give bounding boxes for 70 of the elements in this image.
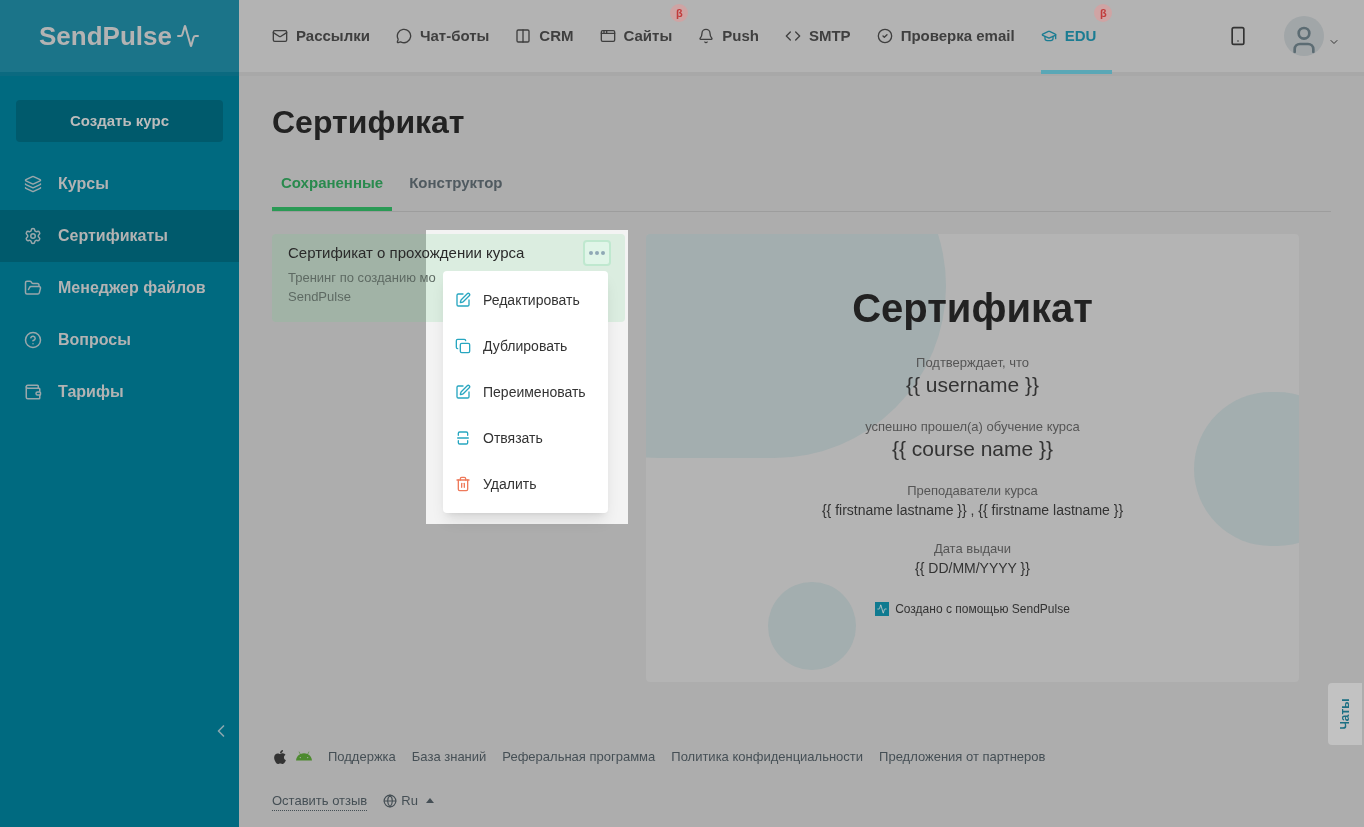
sidebar-item[interactable]: Курсы xyxy=(0,158,239,210)
certificate-footer: Создано с помощью SendPulse xyxy=(895,600,1070,618)
beta-badge: β xyxy=(1094,4,1113,22)
footer-link[interactable]: База знаний xyxy=(411,747,487,767)
tab[interactable]: Конструктор xyxy=(400,172,512,211)
check-circle-icon xyxy=(876,28,893,44)
feedback-link[interactable]: Оставить отзыв xyxy=(272,790,368,811)
footer-link[interactable]: Поддержка xyxy=(328,747,396,767)
page-title: Сертификат xyxy=(272,103,466,142)
sidebar-item[interactable]: Тарифы xyxy=(0,366,239,418)
avatar[interactable] xyxy=(1284,16,1324,56)
bell-icon xyxy=(698,28,715,44)
sidebar-item[interactable]: Менеджер файлов xyxy=(0,262,239,314)
footer-link[interactable]: Предложения от партнеров xyxy=(879,747,1046,767)
code-icon xyxy=(784,28,801,44)
envelope-icon xyxy=(272,28,288,44)
pulse-logo-icon xyxy=(875,602,890,616)
apple-icon[interactable] xyxy=(272,748,288,765)
menu-item[interactable]: Переименовать xyxy=(443,369,608,415)
chats-tab[interactable]: Чаты xyxy=(1328,683,1362,745)
nav-tab[interactable]: Сайты β xyxy=(599,0,689,74)
menu-item[interactable]: Удалить xyxy=(443,461,608,507)
pen-square-icon xyxy=(455,384,471,400)
card-description: Тренинг по созданию мо xyxy=(288,269,437,287)
menu-item[interactable]: Дублировать xyxy=(443,323,608,369)
create-course-button[interactable]: Создать курс xyxy=(16,100,223,142)
template-variable: {{ DD/MM/YYYY }} xyxy=(915,559,1030,578)
columns-icon xyxy=(515,28,532,44)
chat-bubble-icon xyxy=(395,28,412,44)
footer-link[interactable]: Политика конфиденциальности xyxy=(671,747,864,767)
wallet-icon xyxy=(24,383,42,401)
nav-tab[interactable]: EDU β xyxy=(1040,0,1113,74)
nav-tab[interactable]: CRM xyxy=(515,0,590,74)
certificate-label: Подтверждает, что xyxy=(916,354,1029,372)
template-variable: {{ course name }} xyxy=(891,436,1054,462)
graduation-cap-icon xyxy=(1040,28,1057,44)
template-variable: {{ firstname lastname }} , {{ firstname lastname }} xyxy=(821,501,1124,520)
phone-icon[interactable] xyxy=(1228,26,1248,46)
more-options-button[interactable] xyxy=(583,240,611,266)
certificate-label: Дата выдачи xyxy=(933,540,1012,558)
trash-icon xyxy=(455,476,471,492)
menu-item[interactable]: Редактировать xyxy=(443,277,608,323)
card-description: SendPulse xyxy=(288,288,351,306)
sidebar-item[interactable]: Вопросы xyxy=(0,314,239,366)
nav-tab[interactable]: SMTP xyxy=(784,0,867,74)
sidebar-item[interactable]: Сертификаты xyxy=(0,210,239,262)
split-square-icon xyxy=(455,430,471,446)
pen-square-icon xyxy=(455,292,471,308)
folder-icon xyxy=(24,279,42,297)
ellipsis-icon xyxy=(589,251,605,255)
help-icon xyxy=(24,331,42,349)
nav-tab[interactable]: Push xyxy=(698,0,775,74)
footer-link[interactable]: Реферальная программа xyxy=(502,747,656,767)
certificate-label: успешно прошел(а) обучение курса xyxy=(865,418,1080,436)
certificate-title: Сертификат xyxy=(852,285,1093,332)
card-title: Сертификат о прохождении курса xyxy=(288,243,525,263)
language-selector[interactable]: Ru xyxy=(383,791,434,811)
nav-tab[interactable]: Рассылки xyxy=(272,0,386,74)
globe-icon xyxy=(383,793,398,808)
nav-tab[interactable]: Проверка email xyxy=(876,0,1031,74)
settings-icon xyxy=(24,227,42,245)
stack-icon xyxy=(24,175,42,193)
beta-badge: β xyxy=(670,4,689,22)
menu-item[interactable]: Отвязать xyxy=(443,415,608,461)
pulse-icon xyxy=(175,24,200,48)
copy-icon xyxy=(455,338,471,354)
certificate-label: Преподаватели курса xyxy=(907,482,1038,500)
window-icon xyxy=(599,28,616,44)
nav-tab[interactable]: Чат-боты xyxy=(395,0,506,74)
template-variable: {{ username }} xyxy=(905,372,1040,398)
